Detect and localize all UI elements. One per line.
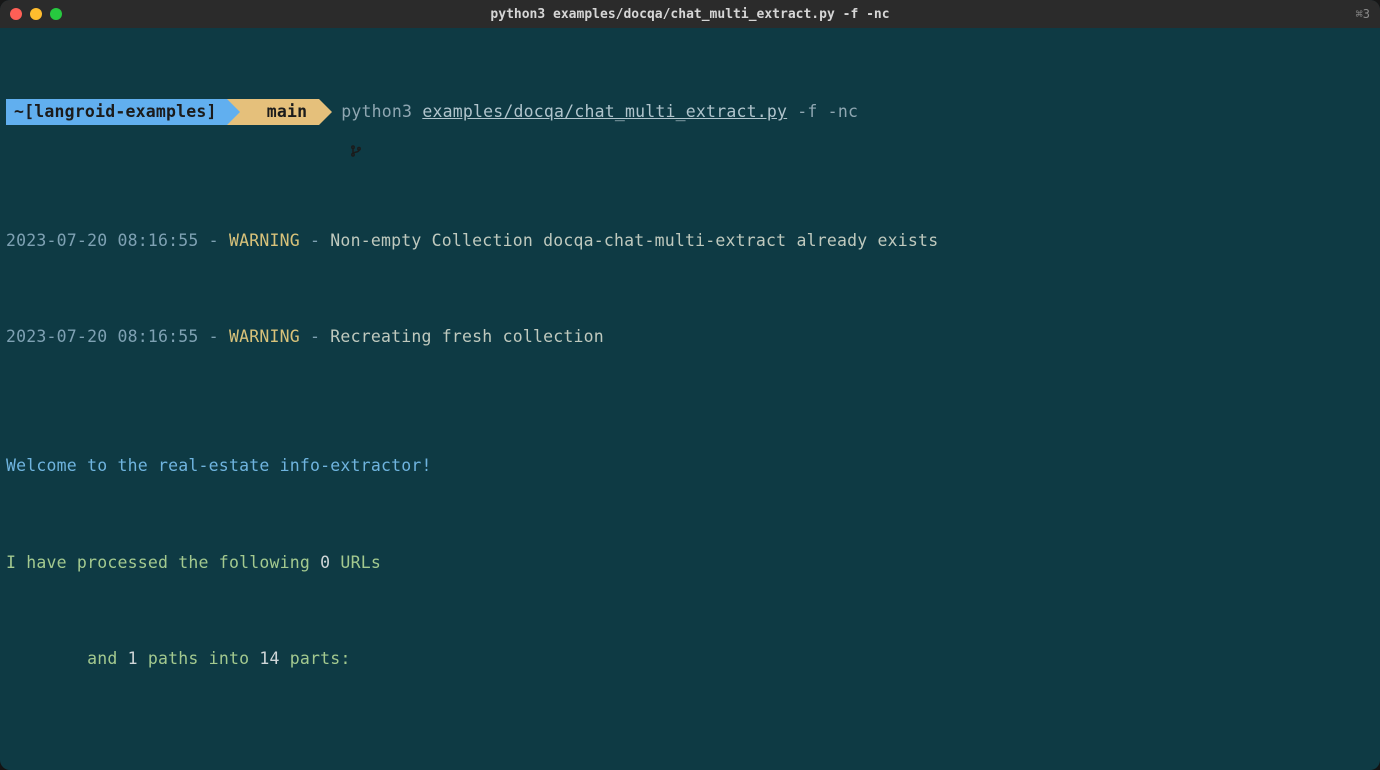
log-timestamp: 2023-07-20 08:16:55 bbox=[6, 231, 199, 250]
parts-count: 14 bbox=[259, 649, 279, 668]
log-level: WARNING bbox=[229, 327, 300, 346]
terminal-body[interactable]: ~[langroid-examples] main python3 exampl… bbox=[0, 28, 1380, 770]
git-branch-icon bbox=[249, 105, 261, 119]
command-script-path: examples/docqa/chat_multi_extract.py bbox=[422, 102, 787, 121]
command-flags: -f -nc bbox=[797, 102, 858, 121]
terminal-window: python3 examples/docqa/chat_multi_extrac… bbox=[0, 0, 1380, 770]
log-message: Recreating fresh collection bbox=[330, 327, 604, 346]
prompt-path-text: ~[langroid-examples] bbox=[14, 96, 217, 128]
prompt-branch-segment: main bbox=[227, 99, 320, 125]
window-pane-indicator: ⌘3 bbox=[1356, 7, 1370, 21]
window-title: python3 examples/docqa/chat_multi_extrac… bbox=[490, 7, 889, 22]
prompt-line: ~[langroid-examples] main python3 exampl… bbox=[6, 98, 1374, 126]
window-controls bbox=[10, 8, 62, 20]
titlebar: python3 examples/docqa/chat_multi_extrac… bbox=[0, 0, 1380, 28]
log-message: Non-empty Collection docqa-chat-multi-ex… bbox=[330, 231, 938, 250]
paths-line: and 1 paths into 14 parts: bbox=[6, 643, 1374, 675]
processed-line: I have processed the following 0 URLs bbox=[6, 547, 1374, 579]
log-line: 2023-07-20 08:16:55 - WARNING - Non-empt… bbox=[6, 225, 1374, 257]
prompt-path-segment: ~[langroid-examples] bbox=[6, 99, 227, 125]
log-timestamp: 2023-07-20 08:16:55 bbox=[6, 327, 199, 346]
welcome-line: Welcome to the real-estate info-extracto… bbox=[6, 450, 1374, 482]
paths-count: 1 bbox=[128, 649, 138, 668]
minimize-icon[interactable] bbox=[30, 8, 42, 20]
command-executable: python3 bbox=[341, 102, 412, 121]
prompt-branch-text: main bbox=[267, 96, 308, 128]
log-line: 2023-07-20 08:16:55 - WARNING - Recreati… bbox=[6, 321, 1374, 353]
log-level: WARNING bbox=[229, 231, 300, 250]
prompt-command: python3 examples/docqa/chat_multi_extrac… bbox=[319, 96, 858, 128]
urls-count: 0 bbox=[320, 553, 330, 572]
close-icon[interactable] bbox=[10, 8, 22, 20]
maximize-icon[interactable] bbox=[50, 8, 62, 20]
